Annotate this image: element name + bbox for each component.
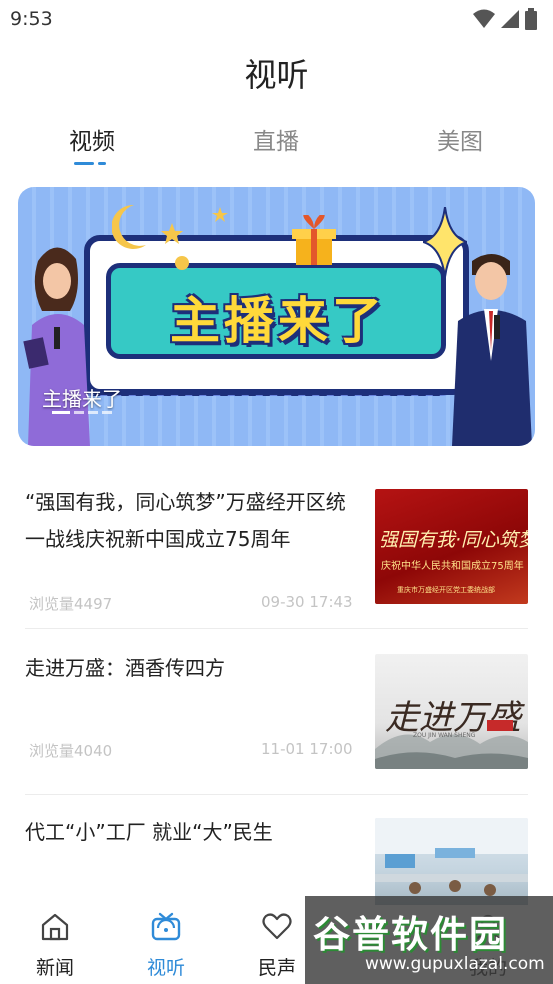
male-host-illustration <box>452 254 532 446</box>
banner-caption: 主播来了 <box>42 387 122 411</box>
heart-icon <box>262 913 292 940</box>
page-title: 视听 <box>244 56 309 94</box>
news-title: 走进万盛：酒香传四方 <box>25 656 225 680</box>
moon-stars-icon <box>112 204 228 270</box>
seal-decoration <box>487 720 513 731</box>
banner-headline: 主播来了 <box>170 292 386 350</box>
status-time: 9:53 <box>10 8 53 30</box>
news-item[interactable]: 走进万盛：酒香传四方 浏览量4040 11-01 17:00 走进万盛 ZOU … <box>25 650 528 780</box>
wifi-icon <box>473 9 495 28</box>
tabbar-item-news[interactable]: 新闻 <box>10 905 100 980</box>
thumbnail-subtitle: ZOU JIN WAN SHENG <box>413 732 476 739</box>
tab-indicator <box>74 162 110 165</box>
tabbar-label: 新闻 <box>35 957 74 979</box>
banner-pagination <box>52 411 112 414</box>
news-thumbnail: 走进万盛 ZOU JIN WAN SHENG <box>375 654 528 769</box>
news-view-count: 浏览量4040 <box>29 742 113 760</box>
tab-gallery[interactable]: 美图 <box>400 122 520 156</box>
watermark-overlay: 谷普软件园 www.gupuxlazal.com <box>305 896 553 984</box>
status-bar: 9:53 <box>0 0 553 38</box>
banner-dot[interactable] <box>74 411 84 414</box>
gift-box-icon <box>292 215 336 265</box>
news-title: 代工“小”工厂 就业“大”民生 <box>25 820 273 844</box>
news-view-count: 浏览量4497 <box>29 595 113 613</box>
tv-icon <box>151 912 181 941</box>
news-time: 09-30 17:43 <box>261 593 353 611</box>
news-title: “强国有我，同心筑梦”万盛经开区统一战线庆祝新中国成立75周年 <box>25 490 346 551</box>
tab-video[interactable]: 视频 <box>32 122 152 156</box>
tabbar-label: 视听 <box>146 957 185 979</box>
thumbnail-subtitle: 庆祝中华人民共和国成立75周年 <box>381 561 524 572</box>
news-item[interactable]: “强国有我，同心筑梦”万盛经开区统一战线庆祝新中国成立75周年 浏览量4497 … <box>25 484 528 614</box>
divider <box>25 794 528 795</box>
watermark-logo: 谷普软件园 <box>313 913 508 956</box>
divider <box>25 628 528 629</box>
banner-dot[interactable] <box>102 411 112 414</box>
news-thumbnail: 强国有我·同心筑梦 庆祝中华人民共和国成立75周年 重庆市万盛经开区党工委统战部 <box>375 489 528 604</box>
thumbnail-footer: 重庆市万盛经开区党工委统战部 <box>397 586 495 594</box>
banner-dot[interactable] <box>52 411 70 414</box>
signal-icon <box>501 10 519 28</box>
watermark-url: www.gupuxlazal.com <box>365 954 545 974</box>
news-time: 11-01 17:00 <box>261 740 353 758</box>
tab-live[interactable]: 直播 <box>216 122 336 156</box>
thumbnail-title: 强国有我·同心筑梦 <box>379 529 528 551</box>
female-host-illustration <box>23 247 90 446</box>
home-icon <box>41 913 69 941</box>
status-icons <box>473 8 537 30</box>
tabbar-item-media[interactable]: 视听 <box>121 905 211 980</box>
banner-carousel[interactable]: 主播来了 主播来了 <box>18 187 535 446</box>
battery-icon <box>525 8 537 30</box>
banner-dot[interactable] <box>88 411 98 414</box>
